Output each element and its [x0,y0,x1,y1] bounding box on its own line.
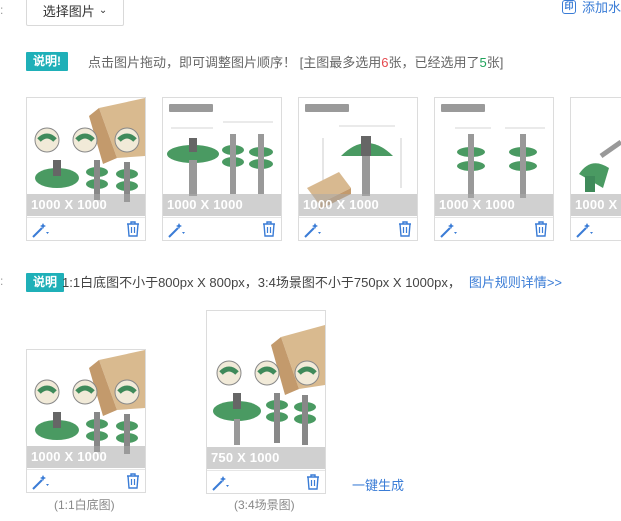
notice-text: 点击图片拖动，即可调整图片顺序！ [主图最多选用6张，已经选用了5张] [88,52,503,71]
magic-wand-icon[interactable] [575,221,597,239]
magic-wand-icon[interactable] [211,474,233,492]
image-toolbar [27,469,145,492]
used-count: 5 [479,55,487,70]
select-images-label: 选择图片 [42,3,95,19]
shank-label-band [169,104,213,112]
shank-label-band [441,104,485,112]
image-dimension: 1000 X 1000 [435,194,553,216]
trash-icon[interactable] [126,473,140,489]
image-dimension: 1000 X 1000 [27,194,145,216]
image-toolbar [299,217,417,240]
notice-text-part3: 张] [486,55,504,70]
spec-badge: 说明 [26,273,65,292]
spec-text: 1:1白底图不小于800px X 800px，3:4场景图不小于750px X … [62,275,461,290]
shank-label-band [305,104,349,112]
notice-badge: 说明! [26,52,68,71]
select-images-button[interactable]: 选择图片 ⌄ [26,0,124,26]
image-rules-link[interactable]: 图片规则详情>> [469,275,562,290]
trash-icon[interactable] [126,221,140,237]
trash-icon[interactable] [262,221,276,237]
main-image-card-3[interactable]: 1000 X 1000 [298,97,418,241]
main-image-card-1[interactable]: 1000 X 1000 [26,97,146,241]
image-dimension: 1000 X 1000 [571,194,621,234]
main-image-card-2[interactable]: 1000 X 1000 [162,97,282,241]
notice-text-part1: 点击图片拖动，即可调整图片顺序！ [主图最多选用 [88,55,382,70]
image-toolbar [571,217,621,240]
main-image-card-4[interactable]: 1000 X 1000 [434,97,554,241]
white-bg-image-card[interactable]: 1000 X 1000 [26,349,146,493]
main-image-card-5[interactable]: 1000 X 1000 [570,97,621,241]
add-watermark-label: 添加水 [582,0,621,15]
image-dimension: 1000 X 1000 [299,194,417,216]
one-click-generate-link[interactable]: 一键生成 [352,475,404,494]
field-colon: : [0,3,4,17]
magic-wand-icon[interactable] [31,473,53,491]
scene-caption: (3:4场景图) [234,498,295,512]
image-toolbar [27,217,145,240]
chevron-down-icon: ⌄ [98,4,108,16]
trash-icon[interactable] [306,474,320,490]
image-toolbar [163,217,281,240]
trash-icon[interactable] [398,221,412,237]
image-dimension: 1000 X 1000 [163,194,281,216]
white-bg-caption: (1:1白底图) [54,498,115,512]
magic-wand-icon[interactable] [31,221,53,239]
spec-info: 1:1白底图不小于800px X 800px，3:4场景图不小于750px X … [62,272,562,291]
image-toolbar [435,217,553,240]
magic-wand-icon[interactable] [439,221,461,239]
trash-icon[interactable] [534,221,548,237]
image-dimension: 750 X 1000 [207,447,325,469]
product-image [207,311,325,469]
watermark-icon: 印 [562,0,576,14]
magic-wand-icon[interactable] [167,221,189,239]
field-colon: : [0,274,4,288]
add-watermark-link[interactable]: 印 添加水 [562,0,621,16]
image-toolbar [207,470,325,493]
image-dimension: 1000 X 1000 [27,446,145,468]
magic-wand-icon[interactable] [303,221,325,239]
notice-text-part2: 张，已经选用了 [388,55,480,70]
scene-image-card[interactable]: 750 X 1000 [206,310,326,494]
